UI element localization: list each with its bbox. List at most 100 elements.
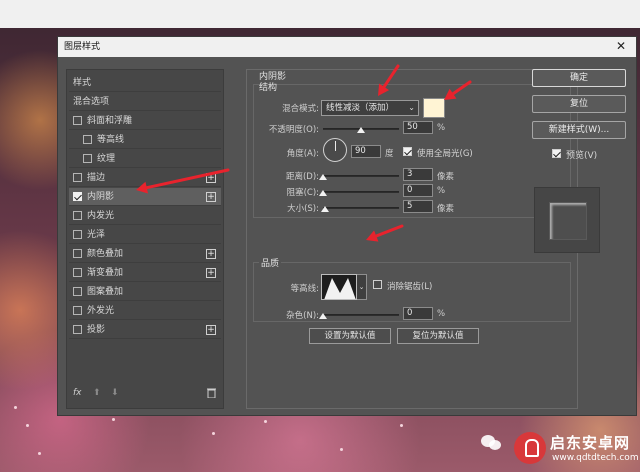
style-list-item[interactable]: 投影 + xyxy=(69,321,221,339)
make-default-button[interactable]: 设置为默认值 xyxy=(309,328,391,344)
style-list-item[interactable]: 内发光 xyxy=(69,207,221,225)
choke-slider-track[interactable] xyxy=(323,191,399,193)
fx-icon[interactable]: fx xyxy=(73,388,82,398)
angle-unit: 度 xyxy=(385,149,394,159)
watermark-logo xyxy=(514,432,546,464)
reset-button[interactable]: 复位 xyxy=(532,95,626,113)
new-style-button[interactable]: 新建样式(W)... xyxy=(532,121,626,139)
move-up-icon[interactable]: ⬆ xyxy=(93,388,101,398)
global-light-label: 使用全局光(G) xyxy=(417,149,473,159)
choke-input[interactable]: 0 xyxy=(403,184,433,197)
style-list-item[interactable]: 混合选项 xyxy=(69,93,221,111)
style-list-item-label: 纹理 xyxy=(97,154,116,164)
styles-list-footer: fx ⬆ ⬇ xyxy=(71,388,221,402)
noise-input[interactable]: 0 xyxy=(403,307,433,320)
add-icon[interactable]: + xyxy=(206,325,216,335)
style-checkbox[interactable] xyxy=(73,249,82,258)
size-label: 大小(S): xyxy=(287,204,319,214)
global-light-checkbox[interactable] xyxy=(403,147,412,156)
style-checkbox[interactable] xyxy=(73,230,82,239)
style-list-item-label: 内发光 xyxy=(87,211,115,221)
close-icon[interactable]: ✕ xyxy=(614,39,628,53)
style-checkbox[interactable] xyxy=(73,268,82,277)
style-list-item[interactable]: 斜面和浮雕 xyxy=(69,112,221,130)
size-slider-track[interactable] xyxy=(323,207,399,209)
style-list-item[interactable]: 样式 xyxy=(69,74,221,92)
style-list-item-label: 等高线 xyxy=(97,135,125,145)
anti-alias-checkbox[interactable] xyxy=(373,280,382,289)
trash-icon[interactable] xyxy=(207,388,216,401)
opacity-input[interactable]: 50 xyxy=(403,121,433,134)
style-list-item[interactable]: 渐变叠加 + xyxy=(69,264,221,282)
add-icon[interactable]: + xyxy=(206,173,216,183)
angle-dial[interactable] xyxy=(323,138,347,162)
move-down-icon[interactable]: ⬇ xyxy=(111,388,119,398)
angle-input[interactable]: 90 xyxy=(351,145,381,158)
preview-checkbox[interactable] xyxy=(552,149,561,158)
opacity-unit: % xyxy=(437,123,446,133)
add-icon[interactable]: + xyxy=(206,249,216,259)
size-input[interactable]: 5 xyxy=(403,200,433,213)
noise-label: 杂色(N): xyxy=(286,311,319,321)
reset-default-button[interactable]: 复位为默认值 xyxy=(397,328,479,344)
style-checkbox[interactable] xyxy=(73,306,82,315)
style-list-item-label: 光泽 xyxy=(87,230,106,240)
style-list-item[interactable]: 等高线 xyxy=(69,131,221,149)
style-checkbox[interactable] xyxy=(83,154,92,163)
style-checkbox[interactable] xyxy=(73,211,82,220)
ok-button[interactable]: 确定 xyxy=(532,69,626,87)
watermark-url: www.qdtdtech.com xyxy=(552,453,639,463)
distance-input[interactable]: 3 xyxy=(403,168,433,181)
distance-unit: 像素 xyxy=(437,172,455,182)
style-list-item-label: 内阴影 xyxy=(87,192,115,202)
contour-preview[interactable] xyxy=(321,274,357,300)
style-list-item-label: 混合选项 xyxy=(73,97,110,107)
watermark-title: 启东安卓网 xyxy=(550,434,631,452)
style-checkbox[interactable] xyxy=(83,135,92,144)
opacity-label: 不透明度(O): xyxy=(268,125,319,135)
noise-slider-track[interactable] xyxy=(323,314,399,316)
distance-slider-thumb[interactable] xyxy=(319,174,327,180)
style-checkbox[interactable] xyxy=(73,173,82,182)
style-list-item-label: 斜面和浮雕 xyxy=(87,116,133,126)
blend-mode-dropdown[interactable]: 线性减淡（添加） ⌄ xyxy=(321,100,419,116)
add-icon[interactable]: + xyxy=(206,192,216,202)
inner-shadow-panel: 内阴影 结构 混合模式: 线性减淡（添加） ⌄ 不透明度(O): 50 % 角度… xyxy=(246,69,578,409)
style-list-item[interactable]: 描边 + xyxy=(69,169,221,187)
style-list-item-label: 外发光 xyxy=(87,306,115,316)
style-list-item[interactable]: 内阴影 + xyxy=(69,188,221,206)
style-checkbox[interactable] xyxy=(73,325,82,334)
style-checkbox[interactable] xyxy=(73,287,82,296)
anti-alias-label: 消除锯齿(L) xyxy=(387,282,433,292)
size-slider-thumb[interactable] xyxy=(320,206,329,212)
style-list-item[interactable]: 图案叠加 xyxy=(69,283,221,301)
chevron-down-icon: ⌄ xyxy=(408,103,415,112)
style-checkbox[interactable] xyxy=(73,192,82,201)
dialog-title: 图层样式 xyxy=(64,42,101,52)
blend-mode-value: 线性减淡（添加） xyxy=(326,103,395,113)
size-unit: 像素 xyxy=(437,204,455,214)
add-icon[interactable]: + xyxy=(206,268,216,278)
preview-label: 预览(V) xyxy=(566,151,598,161)
contour-chevron-icon[interactable]: ⌄ xyxy=(357,274,367,300)
style-list-item-label: 样式 xyxy=(73,78,92,88)
style-list-item[interactable]: 纹理 xyxy=(69,150,221,168)
style-list-item[interactable]: 外发光 xyxy=(69,302,221,320)
distance-slider-track[interactable] xyxy=(323,175,399,177)
style-preview xyxy=(534,187,600,253)
shadow-color-swatch[interactable] xyxy=(423,98,445,118)
opacity-slider-thumb[interactable] xyxy=(357,127,365,133)
structure-title: 结构 xyxy=(259,83,278,93)
style-list-item[interactable]: 光泽 xyxy=(69,226,221,244)
style-list-item-label: 颜色叠加 xyxy=(87,249,124,259)
watermark: 启东安卓网 www.qdtdtech.com xyxy=(478,426,639,470)
style-list-item[interactable]: 颜色叠加 + xyxy=(69,245,221,263)
choke-unit: % xyxy=(437,186,446,196)
style-list-item-label: 描边 xyxy=(87,173,106,183)
noise-slider-thumb[interactable] xyxy=(319,313,327,319)
layer-style-dialog: 图层样式 ✕ 样式混合选项斜面和浮雕等高线纹理描边 + 内阴影 + 内发光光泽颜色叠加 +… xyxy=(57,36,637,416)
dialog-titlebar: 图层样式 ✕ xyxy=(58,37,636,57)
style-checkbox[interactable] xyxy=(73,116,82,125)
choke-slider-thumb[interactable] xyxy=(319,190,327,196)
blend-mode-label: 混合模式: xyxy=(282,104,319,114)
